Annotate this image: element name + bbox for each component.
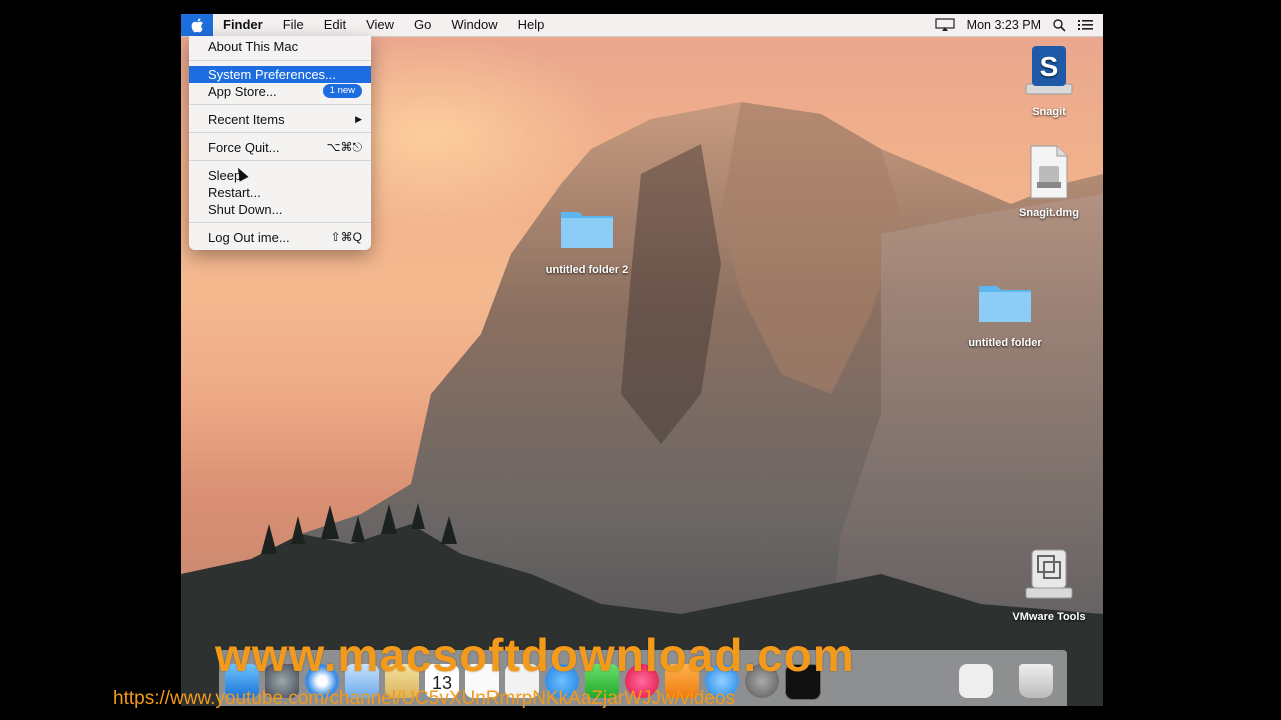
menubar-status-area: Mon 3:23 PM bbox=[935, 14, 1093, 36]
desktop: Finder File Edit View Go Window Help Mon… bbox=[181, 14, 1103, 706]
menu-item-log-out[interactable]: Log Out ime... ⇧⌘Q bbox=[189, 229, 371, 246]
desktop-icon-untitled-folder-2[interactable]: untitled folder 2 bbox=[541, 206, 633, 280]
menubar-clock[interactable]: Mon 3:23 PM bbox=[967, 18, 1041, 32]
dmg-file-icon bbox=[1030, 145, 1068, 199]
menu-go[interactable]: Go bbox=[404, 14, 441, 36]
apple-icon bbox=[191, 17, 203, 32]
airplay-icon[interactable] bbox=[935, 18, 955, 32]
vmware-tools-drive-icon bbox=[1025, 549, 1073, 599]
folder-icon bbox=[979, 286, 1031, 322]
trash-icon[interactable] bbox=[1019, 664, 1053, 698]
menu-item-recent-items[interactable]: Recent Items ▶ bbox=[189, 111, 371, 128]
menu-view[interactable]: View bbox=[356, 14, 404, 36]
snagit-drive-icon: S bbox=[1025, 46, 1073, 95]
menu-window[interactable]: Window bbox=[441, 14, 507, 36]
desktop-icon-snagit-dmg[interactable]: Snagit.dmg bbox=[1007, 144, 1091, 224]
apple-menu-button[interactable] bbox=[181, 14, 213, 36]
desktop-icon-label: VMware Tools bbox=[1012, 611, 1086, 623]
menu-item-sleep[interactable]: Sleep bbox=[189, 167, 371, 184]
documents-folder-icon[interactable] bbox=[959, 664, 993, 698]
menu-bar: Finder File Edit View Go Window Help Mon… bbox=[181, 14, 1103, 37]
menu-separator bbox=[189, 222, 371, 223]
desktop-icon-label: untitled folder 2 bbox=[545, 264, 629, 276]
menu-item-system-preferences[interactable]: System Preferences... bbox=[189, 66, 371, 83]
menu-file[interactable]: File bbox=[273, 14, 314, 36]
menu-edit[interactable]: Edit bbox=[314, 14, 356, 36]
menu-help[interactable]: Help bbox=[508, 14, 555, 36]
desktop-icon-untitled-folder[interactable]: untitled folder bbox=[957, 280, 1053, 354]
menu-item-about-this-mac[interactable]: About This Mac bbox=[189, 38, 371, 55]
submenu-arrow-icon: ▶ bbox=[355, 114, 362, 124]
force-quit-shortcut: ⌥⌘⎋ bbox=[326, 140, 362, 154]
spotlight-icon[interactable] bbox=[1053, 18, 1066, 32]
desktop-icon-label: Snagit bbox=[1032, 106, 1066, 118]
watermark-url: https://www.youtube.com/channel/UC5vXUnR… bbox=[113, 688, 735, 709]
log-out-shortcut: ⇧⌘Q bbox=[330, 230, 362, 244]
menu-separator bbox=[189, 132, 371, 133]
menu-separator bbox=[189, 60, 371, 61]
notification-center-icon[interactable] bbox=[1078, 19, 1093, 31]
menu-item-restart[interactable]: Restart... bbox=[189, 184, 371, 201]
desktop-icon-label: Snagit.dmg bbox=[1019, 207, 1079, 219]
folder-icon bbox=[561, 212, 613, 248]
app-store-update-badge: 1 new bbox=[322, 84, 362, 98]
menu-item-shut-down[interactable]: Shut Down... bbox=[189, 201, 371, 218]
desktop-icon-vmware-tools[interactable]: VMware Tools bbox=[1005, 546, 1093, 626]
watermark-site: www.macsoftdownload.com bbox=[215, 629, 855, 681]
desktop-icon-label: untitled folder bbox=[968, 337, 1042, 349]
menu-item-app-store[interactable]: App Store... 1 new bbox=[189, 83, 371, 100]
desktop-icon-snagit[interactable]: S Snagit bbox=[1011, 44, 1087, 124]
menu-item-force-quit[interactable]: Force Quit... ⌥⌘⎋ bbox=[189, 139, 371, 156]
svg-text:S: S bbox=[1040, 51, 1059, 82]
apple-menu-dropdown: About This Mac System Preferences... App… bbox=[189, 36, 371, 250]
menu-separator bbox=[189, 104, 371, 105]
menu-separator bbox=[189, 160, 371, 161]
menu-finder[interactable]: Finder bbox=[213, 14, 273, 36]
